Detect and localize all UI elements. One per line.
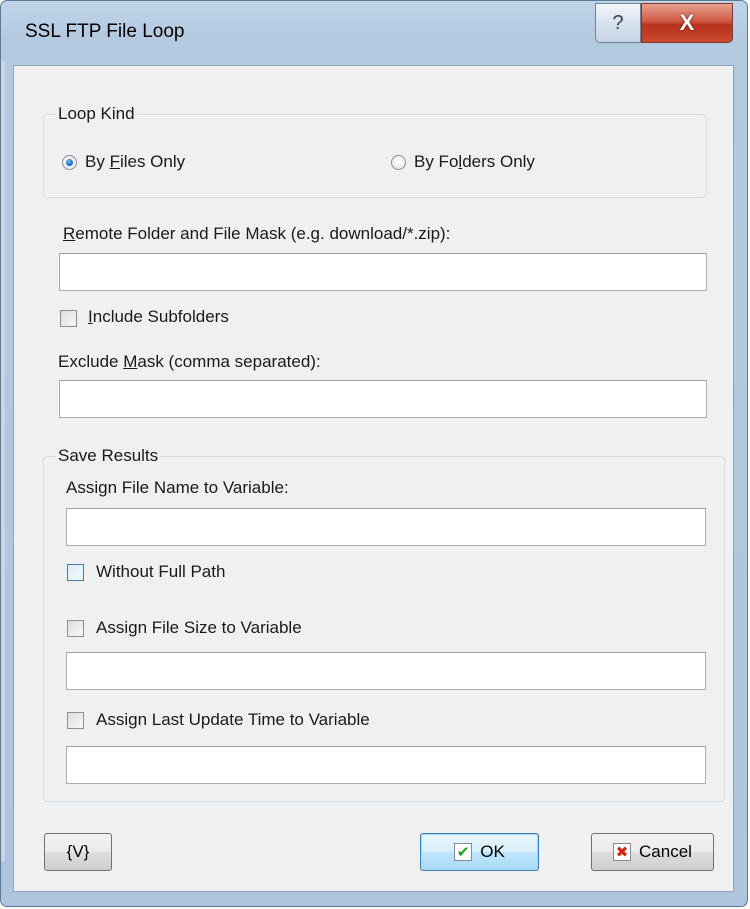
loop-kind-label: Loop Kind [56, 104, 137, 124]
dialog-window: SSL FTP File Loop ? X Loop Kind By Files… [0, 0, 748, 907]
assign-file-size-label[interactable]: Assign File Size to Variable [96, 618, 302, 638]
exclude-mask-input[interactable] [59, 380, 707, 418]
without-full-path-checkbox[interactable] [67, 564, 84, 581]
radio-button-folders[interactable] [391, 155, 406, 170]
cancel-button[interactable]: ✖ Cancel [591, 833, 714, 871]
remote-folder-label: Remote Folder and File Mask (e.g. downlo… [63, 224, 451, 243]
checkmark-icon: ✔ [454, 843, 473, 861]
assign-file-name-label: Assign File Name to Variable: [66, 478, 289, 497]
radio-label-folders[interactable]: By Folders Only [414, 152, 535, 172]
cancel-button-label: Cancel [639, 842, 692, 861]
assign-file-size-input[interactable] [66, 652, 706, 690]
assign-file-name-input[interactable] [66, 508, 706, 546]
help-icon: ? [612, 11, 624, 34]
close-icon: X [679, 10, 695, 35]
assign-last-update-label[interactable]: Assign Last Update Time to Variable [96, 710, 370, 730]
without-full-path-label[interactable]: Without Full Path [96, 562, 225, 582]
window-title: SSL FTP File Loop [25, 21, 185, 42]
radio-label-files[interactable]: By Files Only [85, 152, 185, 172]
exclude-mask-label: Exclude Mask (comma separated): [58, 352, 321, 371]
include-subfolders-label[interactable]: Include Subfolders [88, 307, 229, 327]
variables-button[interactable]: {V} [44, 833, 112, 871]
ok-button[interactable]: ✔ OK [420, 833, 539, 871]
save-results-label: Save Results [56, 446, 161, 466]
ok-button-label: OK [480, 842, 505, 861]
help-button[interactable]: ? [595, 3, 641, 43]
cancel-x-icon: ✖ [613, 843, 632, 861]
assign-file-size-checkbox[interactable] [67, 620, 84, 637]
assign-last-update-checkbox[interactable] [67, 712, 84, 729]
radio-button-files[interactable] [62, 155, 77, 170]
assign-last-update-input[interactable] [66, 746, 706, 784]
close-button[interactable]: X [641, 3, 733, 43]
include-subfolders-checkbox[interactable] [60, 310, 77, 327]
title-bar[interactable]: SSL FTP File Loop ? X [1, 1, 749, 65]
variables-button-label: {V} [66, 842, 90, 861]
remote-folder-input[interactable] [59, 253, 707, 291]
dialog-client-area: Loop Kind By Files Only By Folders Only … [13, 65, 734, 892]
